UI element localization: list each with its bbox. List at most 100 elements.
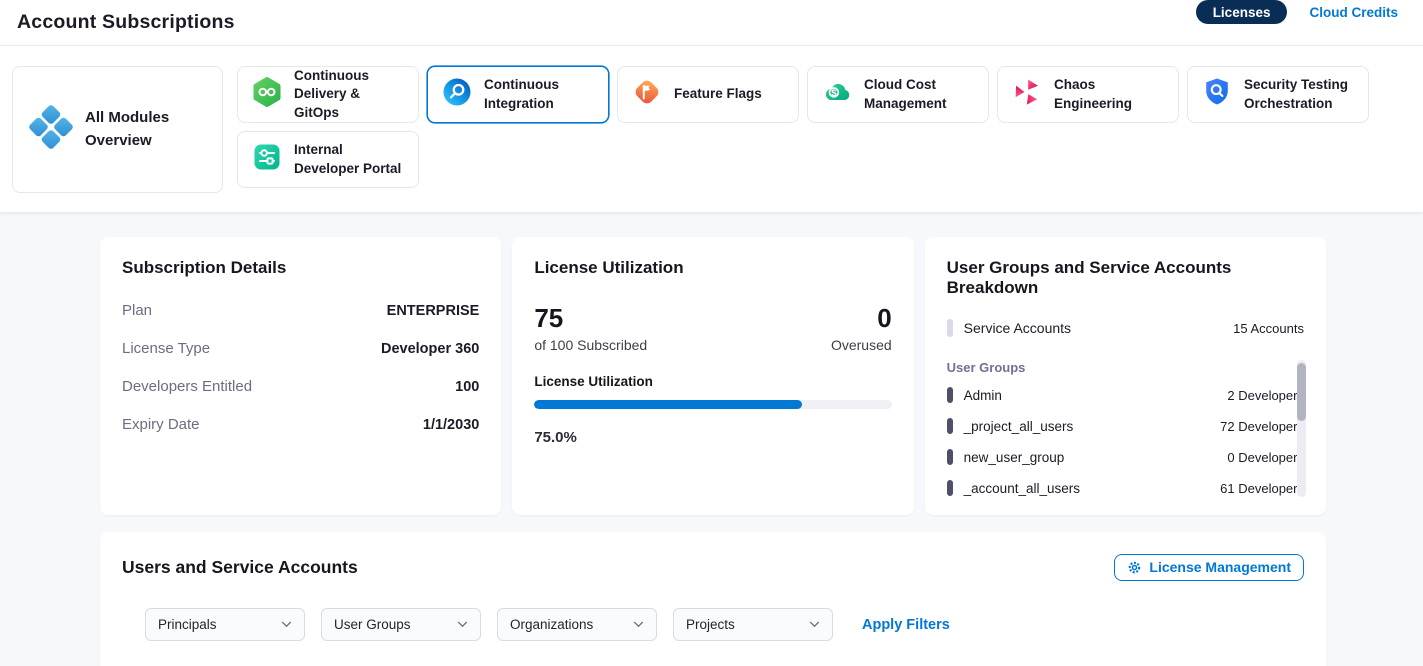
user-group-row: _project_all_users 72 Developers <box>947 418 1304 434</box>
page-title: Account Subscriptions <box>17 11 235 34</box>
license-type-value: Developer 360 <box>381 341 479 357</box>
module-label: Continuous Integration <box>484 76 596 112</box>
user-group-row: Admin 2 Developers <box>947 387 1304 403</box>
user-group-row: new_user_group 0 Developers <box>947 449 1304 465</box>
module-label: Continuous Delivery & GitOps <box>294 67 406 122</box>
user-groups-dropdown[interactable]: User Groups <box>321 608 481 641</box>
user-group-row: _account_all_users 61 Developers <box>947 480 1304 496</box>
developers-entitled-label: Developers Entitled <box>122 378 252 395</box>
license-progress-track <box>534 400 891 409</box>
header-actions: Licenses Cloud Credits <box>1196 0 1398 24</box>
used-licenses-block: 75 of 100 Subscribed <box>534 304 647 353</box>
filters-row: Principals User Groups Organizations Pro… <box>122 608 1304 641</box>
license-utilization-card: License Utilization 75 of 100 Subscribed… <box>512 237 913 515</box>
used-count: 75 <box>534 304 647 333</box>
user-group-marker <box>947 418 953 434</box>
chevron-down-icon <box>281 621 292 628</box>
license-progress-fill <box>534 400 802 409</box>
service-accounts-value: 15 Accounts <box>1233 321 1304 336</box>
plan-row: Plan ENTERPRISE <box>122 302 479 319</box>
user-group-marker <box>947 387 953 403</box>
licenses-tab[interactable]: Licenses <box>1196 0 1288 24</box>
plan-value: ENTERPRISE <box>387 303 480 319</box>
security-testing-icon <box>1200 75 1234 114</box>
overused-block: 0 Overused <box>831 304 892 353</box>
module-card-chaos-engineering[interactable]: Chaos Engineering <box>997 66 1179 123</box>
license-type-label: License Type <box>122 340 210 357</box>
license-utilization-title: License Utilization <box>534 258 891 278</box>
module-card-cd-gitops[interactable]: Continuous Delivery & GitOps <box>237 66 419 123</box>
user-group-label: _account_all_users <box>964 481 1080 496</box>
module-label: Internal Developer Portal <box>294 141 406 177</box>
subscription-details-title: Subscription Details <box>122 258 479 278</box>
principals-dropdown-label: Principals <box>158 617 217 632</box>
all-modules-overview-card[interactable]: All Modules Overview <box>12 66 223 193</box>
module-card-cloud-cost[interactable]: $ Cloud Cost Management <box>807 66 989 123</box>
users-and-service-accounts-section: Users and Service Accounts License Manag… <box>100 532 1326 666</box>
module-label: Chaos Engineering <box>1054 76 1166 112</box>
user-group-marker <box>947 449 953 465</box>
projects-dropdown[interactable]: Projects <box>673 608 833 641</box>
chevron-down-icon <box>809 621 820 628</box>
all-modules-overview-label: All Modules Overview <box>85 107 207 152</box>
expiry-date-label: Expiry Date <box>122 416 200 433</box>
module-card-feature-flags[interactable]: Feature Flags <box>617 66 799 123</box>
subscription-details-card: Subscription Details Plan ENTERPRISE Lic… <box>100 237 501 515</box>
chevron-down-icon <box>457 621 468 628</box>
page-header: Account Subscriptions Licenses Cloud Cre… <box>0 0 1423 46</box>
user-groups-heading: User Groups <box>947 360 1304 375</box>
ci-icon <box>440 75 474 114</box>
chaos-engineering-icon <box>1010 75 1044 114</box>
module-card-internal-developer-portal[interactable]: Internal Developer Portal <box>237 131 419 188</box>
module-label: Cloud Cost Management <box>864 76 976 112</box>
developers-entitled-row: Developers Entitled 100 <box>122 378 479 395</box>
overused-count: 0 <box>831 304 892 333</box>
utilization-bar-label: License Utilization <box>534 374 891 389</box>
service-accounts-label: Service Accounts <box>964 320 1071 336</box>
projects-dropdown-label: Projects <box>686 617 735 632</box>
user-group-marker <box>947 480 953 496</box>
all-modules-icon <box>28 104 74 155</box>
user-group-value: 72 Developers <box>1220 419 1304 434</box>
cloud-credits-tab[interactable]: Cloud Credits <box>1309 5 1398 20</box>
breakdown-title: User Groups and Service Accounts Breakdo… <box>947 258 1304 298</box>
user-group-label: new_user_group <box>964 450 1065 465</box>
groups-scrollbar-thumb[interactable] <box>1297 363 1306 421</box>
module-selector-band: All Modules Overview Continuous Delivery… <box>0 46 1423 212</box>
internal-developer-portal-icon <box>250 140 284 179</box>
license-type-row: License Type Developer 360 <box>122 340 479 357</box>
feature-flags-icon <box>630 75 664 114</box>
modules-grid: Continuous Delivery & GitOps Continuous … <box>237 66 1371 193</box>
svg-text:$: $ <box>831 88 837 99</box>
service-accounts-marker <box>947 319 953 337</box>
organizations-dropdown-label: Organizations <box>510 617 593 632</box>
users-section-title: Users and Service Accounts <box>122 557 358 578</box>
groups-scrollbar-track[interactable] <box>1297 360 1306 497</box>
apply-filters-link[interactable]: Apply Filters <box>862 617 950 633</box>
chevron-down-icon <box>633 621 644 628</box>
module-label: Feature Flags <box>674 85 762 103</box>
used-caption: of 100 Subscribed <box>534 337 647 353</box>
cloud-cost-icon: $ <box>820 75 854 114</box>
utilization-percent: 75.0% <box>534 429 891 446</box>
user-group-label: _project_all_users <box>964 419 1074 434</box>
user-group-label: Admin <box>964 388 1002 403</box>
overused-caption: Overused <box>831 337 892 353</box>
user-groups-dropdown-label: User Groups <box>334 617 411 632</box>
main-content: Subscription Details Plan ENTERPRISE Lic… <box>0 212 1423 515</box>
cd-gitops-icon <box>250 75 284 114</box>
user-group-value: 2 Developers <box>1227 388 1304 403</box>
license-management-label: License Management <box>1149 559 1291 575</box>
expiry-date-value: 1/1/2030 <box>423 417 479 433</box>
service-accounts-row: Service Accounts 15 Accounts <box>947 319 1304 337</box>
module-card-security-testing[interactable]: Security Testing Orchestration <box>1187 66 1369 123</box>
breakdown-card: User Groups and Service Accounts Breakdo… <box>925 237 1326 515</box>
gear-icon <box>1127 560 1142 575</box>
user-group-value: 61 Developers <box>1220 481 1304 496</box>
expiry-date-row: Expiry Date 1/1/2030 <box>122 416 479 433</box>
developers-entitled-value: 100 <box>455 379 479 395</box>
license-management-button[interactable]: License Management <box>1114 554 1304 581</box>
module-card-continuous-integration[interactable]: Continuous Integration <box>427 66 609 123</box>
organizations-dropdown[interactable]: Organizations <box>497 608 657 641</box>
principals-dropdown[interactable]: Principals <box>145 608 305 641</box>
